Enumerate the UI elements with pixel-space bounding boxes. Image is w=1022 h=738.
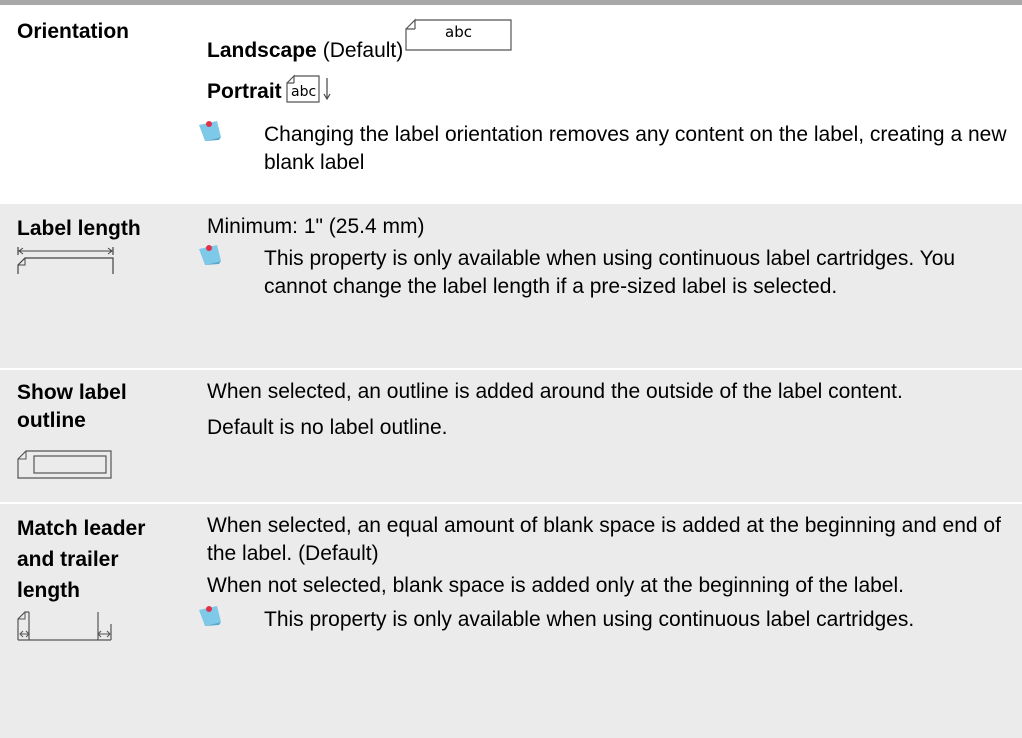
row-match-leader-trailer: Match leader and trailer length When sel… xyxy=(0,502,1022,738)
label-length-min: Minimum: 1" (25.4 mm) xyxy=(207,215,425,238)
landscape-label: Landscape xyxy=(207,39,317,62)
portrait-icon: abc xyxy=(286,74,332,110)
note-label-length-text: This property is only available when usi… xyxy=(264,247,956,298)
note-orientation-text: Changing the label orientation removes a… xyxy=(264,123,1007,174)
note-label-length: This property is only available when usi… xyxy=(199,245,1012,301)
label-length-icon xyxy=(17,247,114,274)
note-leader-trailer-text: This property is only available when usi… xyxy=(264,608,915,631)
row-orientation: Orientation Landscape (Default) abc Port… xyxy=(0,5,1022,203)
landscape-option: Landscape (Default) abc xyxy=(207,7,1012,65)
term-match-leader-trailer: Match leader and trailer length xyxy=(17,517,146,602)
term-show-label-outline: Show label outline xyxy=(17,381,127,432)
note-icon xyxy=(199,245,221,265)
note-icon xyxy=(199,606,221,626)
landscape-icon: abc xyxy=(405,17,513,57)
portrait-icon-text: abc xyxy=(291,84,316,100)
term-orientation: Orientation xyxy=(17,20,130,43)
row-show-label-outline: Show label outline When selected, an out… xyxy=(0,368,1022,502)
portrait-option: Portrait abc xyxy=(207,67,1012,117)
leader-trailer-icon xyxy=(17,611,112,641)
term-label-length: Label length xyxy=(17,217,141,240)
leader-desc-1: When selected, an equal amount of blank … xyxy=(207,514,1001,565)
note-leader-trailer: This property is only available when usi… xyxy=(199,606,1012,634)
note-orientation: Changing the label orientation removes a… xyxy=(199,121,1012,177)
outline-desc-1: When selected, an outline is added aroun… xyxy=(207,380,903,403)
landscape-icon-text: abc xyxy=(445,23,472,41)
row-label-length: Label length Minimum: 1" (25.4 mm) This … xyxy=(0,203,1022,368)
landscape-default: (Default) xyxy=(322,39,404,62)
leader-desc-2: When not selected, blank space is added … xyxy=(207,574,904,597)
outline-desc-2: Default is no label outline. xyxy=(207,416,448,439)
note-icon xyxy=(199,121,221,141)
label-outline-icon xyxy=(17,450,112,479)
portrait-label: Portrait xyxy=(207,80,282,103)
